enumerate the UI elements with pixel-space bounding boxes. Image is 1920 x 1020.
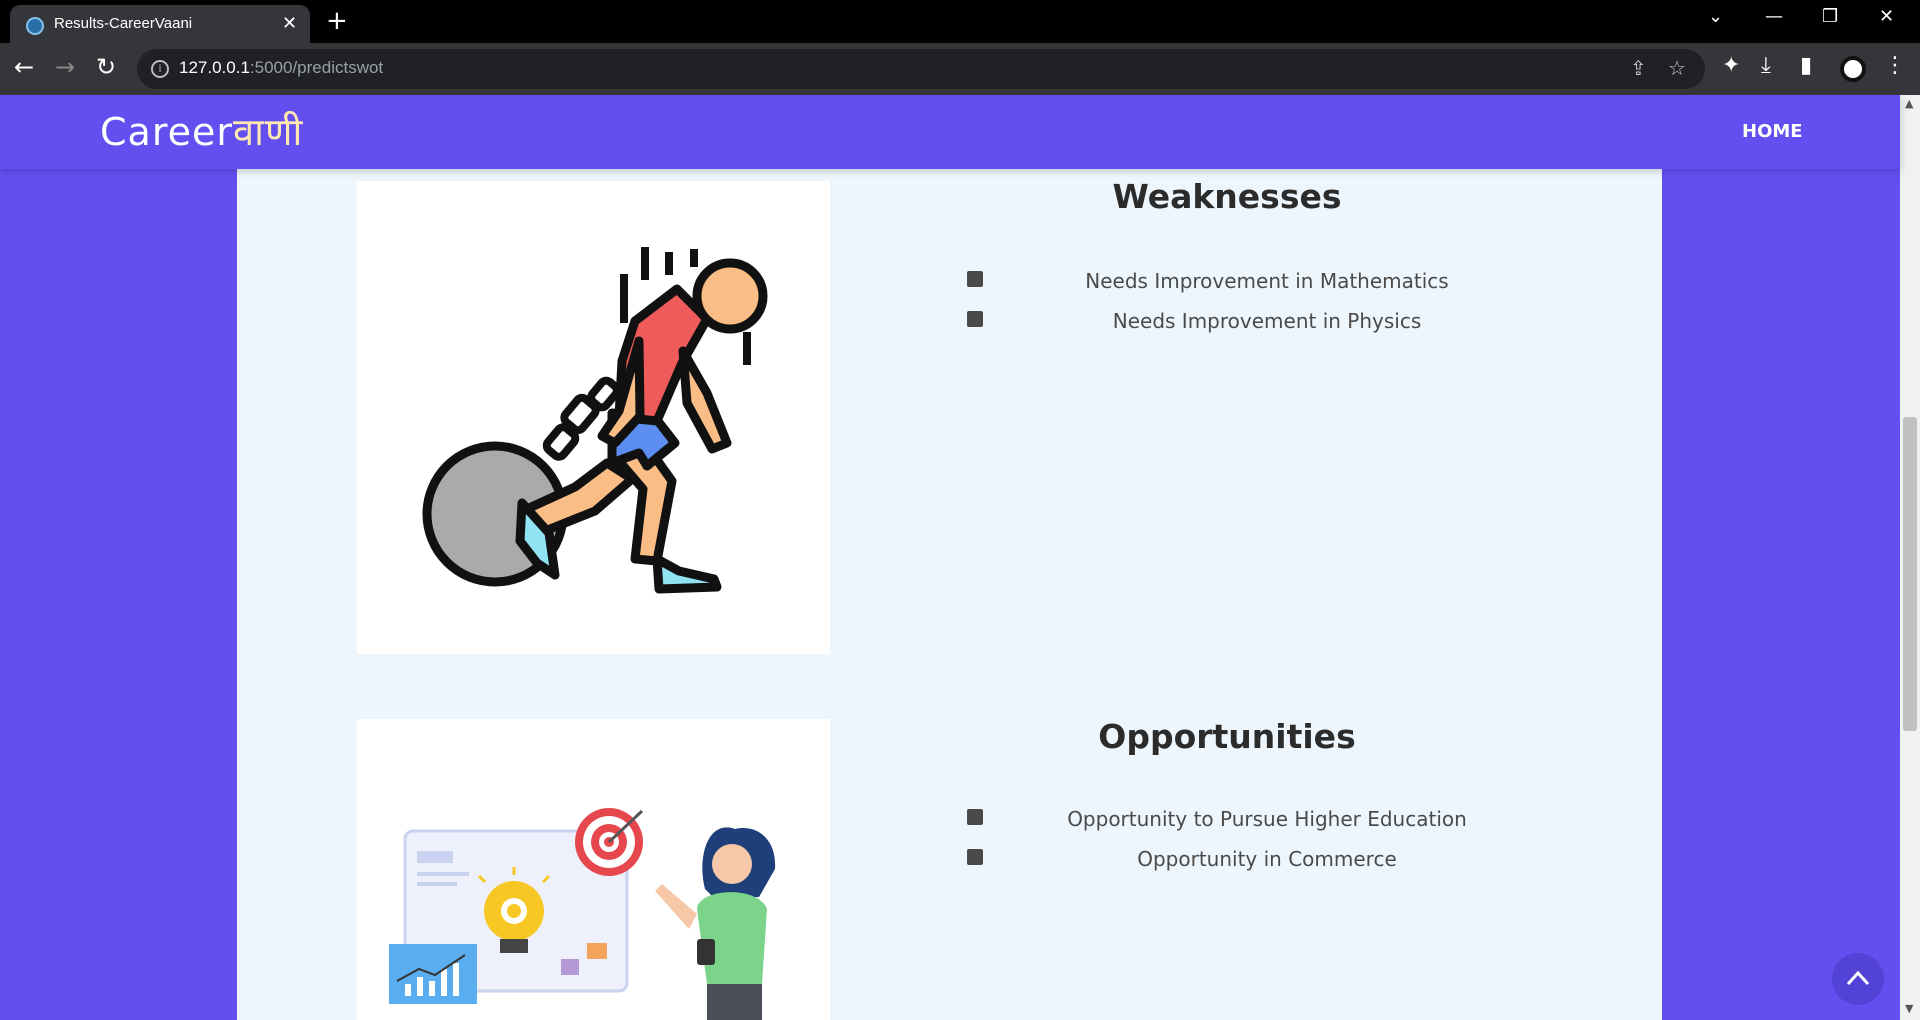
list-item: Opportunity in Commerce [967,847,1527,887]
list-item: Opportunity to Pursue Higher Education [967,807,1527,847]
forward-icon[interactable]: → [55,53,75,81]
square-bullet-icon [967,809,983,825]
list-item-text: Opportunity in Commerce [1137,847,1397,871]
swot-content: Weaknesses Needs Improvement in Mathemat… [237,169,1662,1020]
close-tab-icon[interactable]: ✕ [282,13,297,34]
reload-icon[interactable]: ↻ [96,53,116,81]
scroll-up-icon[interactable]: ▲ [1905,97,1913,110]
back-icon[interactable]: ← [14,53,34,81]
square-bullet-icon [967,311,983,327]
nav-home-link[interactable]: HOME [1742,121,1803,142]
chevron-up-icon [1846,970,1870,986]
list-item-text: Needs Improvement in Mathematics [1085,269,1449,293]
logo-main-text: Career [100,110,233,154]
address-bar[interactable]: i 127.0.0.1:5000/predictswot ⇪ ☆ [137,49,1705,89]
profile-icon[interactable] [1840,56,1866,82]
page-viewport: Careerवाणी HOME Weaknesses Needs Improve… [0,95,1920,1020]
scrollbar-thumb[interactable] [1903,417,1917,731]
square-bullet-icon [967,849,983,865]
back-to-top-button[interactable] [1832,953,1884,1005]
weaknesses-title: Weaknesses [1112,177,1342,216]
star-icon[interactable]: ☆ [1668,56,1686,80]
weakness-illustration [357,181,830,654]
tab-list-icon[interactable]: ⌄ [1708,6,1723,27]
opportunities-title: Opportunities [1098,717,1356,756]
url-text[interactable]: 127.0.0.1:5000/predictswot [179,58,383,78]
site-header: Careerवाणी HOME [0,95,1900,169]
weaknesses-list: Needs Improvement in Mathematics Needs I… [967,269,1527,349]
square-bullet-icon [967,271,983,287]
browser-tab[interactable]: Results-CareerVaani ✕ [10,5,310,43]
list-item-text: Needs Improvement in Physics [1112,309,1422,333]
close-window-button[interactable]: ✕ [1879,6,1894,27]
page-scrollbar[interactable]: ▲ ▼ [1900,95,1920,1020]
list-item: Needs Improvement in Physics [967,309,1527,349]
scroll-down-icon[interactable]: ▼ [1905,1002,1913,1015]
list-item-text: Opportunity to Pursue Higher Education [1067,807,1467,831]
download-icon[interactable]: ⤓ [1761,53,1771,78]
tab-title: Results-CareerVaani [54,15,193,32]
site-logo[interactable]: Careerवाणी [100,105,303,157]
list-item: Needs Improvement in Mathematics [967,269,1527,309]
extensions-icon[interactable]: ✦ [1722,53,1740,78]
opportunity-illustration [357,719,830,1020]
new-tab-button[interactable]: + [326,6,348,36]
share-icon[interactable]: ⇪ [1630,56,1647,80]
menu-icon[interactable]: ⋮ [1884,53,1906,78]
sidepanel-icon[interactable]: ▮ [1800,53,1812,78]
browser-tab-bar: Results-CareerVaani ✕ + ⌄ — ❐ ✕ [0,0,1920,43]
favicon-icon [26,17,44,35]
opportunities-list: Opportunity to Pursue Higher Education O… [967,807,1527,887]
minimize-button[interactable]: — [1765,6,1783,27]
info-icon[interactable]: i [151,60,169,78]
browser-toolbar: ← → ↻ i 127.0.0.1:5000/predictswot ⇪ ☆ ✦… [0,43,1920,95]
logo-accent-text: वाणी [233,110,304,154]
restore-button[interactable]: ❐ [1822,6,1838,27]
